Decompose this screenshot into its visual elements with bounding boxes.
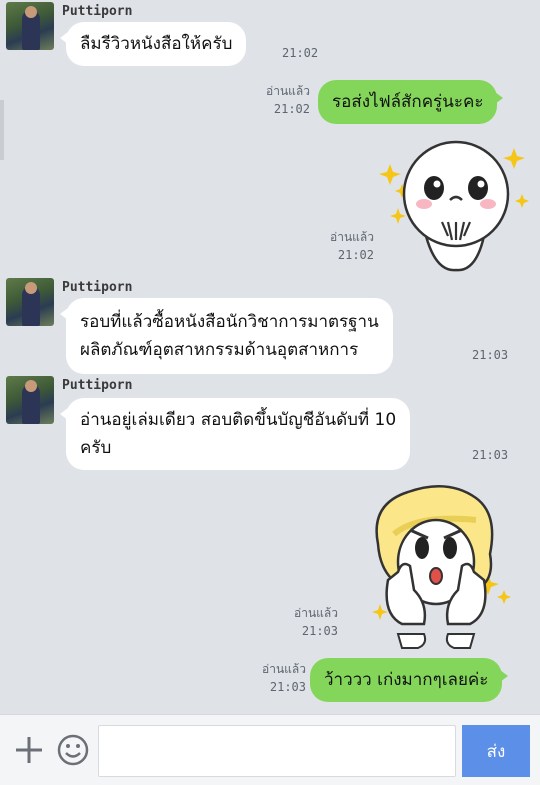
sticker-thumbs-up[interactable] [358, 484, 518, 650]
message-composer: ส่ง [0, 714, 540, 785]
read-label: อ่านแล้ว [266, 84, 310, 98]
message-input[interactable] [98, 725, 456, 777]
sender-name: Puttiporn [62, 280, 133, 295]
message-text: ลืมรีวิวหนังสือให้ครับ [80, 34, 233, 54]
send-button[interactable]: ส่ง [462, 725, 530, 777]
read-label: อ่านแล้ว [294, 606, 338, 620]
sender-name: Puttiporn [62, 4, 133, 19]
avatar[interactable] [6, 376, 54, 424]
read-receipt: อ่านแล้ว 21:02 [246, 82, 310, 118]
read-label: อ่านแล้ว [262, 662, 306, 676]
message-bubble-outgoing[interactable]: รอส่งไฟล์สักครู่นะคะ [318, 80, 504, 124]
message-time: 21:03 [472, 348, 509, 362]
message-time: 21:03 [472, 448, 509, 462]
avatar[interactable] [6, 278, 54, 326]
message-text: ว้าววว เก่งมากๆเลยค่ะ [324, 670, 489, 690]
sender-name: Puttiporn [62, 378, 133, 393]
message-text-line: อ่านอยู่เล่มเดียว สอบติดขึ้นบัญชีอันดับท… [80, 410, 397, 430]
message-time: 21:02 [337, 248, 374, 262]
message-text: รอส่งไฟล์สักครู่นะคะ [332, 92, 484, 112]
plus-icon[interactable] [10, 733, 48, 771]
avatar[interactable] [6, 2, 54, 50]
message-bubble-outgoing[interactable]: ว้าววว เก่งมากๆเลยค่ะ [310, 658, 509, 702]
message-time: 21:02 [282, 46, 319, 60]
message-bubble-incoming[interactable]: อ่านอยู่เล่มเดียว สอบติดขึ้นบัญชีอันดับท… [59, 398, 411, 470]
read-receipt: อ่านแล้ว 21:03 [242, 660, 306, 696]
message-text-line: ครับ [80, 438, 112, 458]
read-label: อ่านแล้ว [330, 230, 374, 244]
message-time: 21:03 [301, 624, 338, 638]
message-bubble-incoming[interactable]: รอบที่แล้วซื้อหนังสือนักวิชาการมาตรฐาน ผ… [60, 298, 393, 374]
message-text-line: รอบที่แล้วซื้อหนังสือนักวิชาการมาตรฐาน [80, 312, 379, 332]
sticker-pleading-face[interactable] [376, 136, 532, 272]
chat-area[interactable]: Puttiporn ลืมรีวิวหนังสือให้ครับ 21:02 อ… [0, 0, 540, 714]
emoji-icon[interactable] [54, 733, 92, 771]
scrollbar[interactable] [0, 100, 4, 160]
message-text-line: ผลิตภัณฑ์อุตสาหกรรมด้านอุตสาหการ [80, 340, 359, 360]
read-receipt: อ่านแล้ว 21:02 [310, 228, 374, 264]
read-receipt: อ่านแล้ว 21:03 [274, 604, 338, 640]
message-time: 21:02 [273, 102, 310, 116]
message-time: 21:03 [269, 680, 306, 694]
message-bubble-incoming[interactable]: ลืมรีวิวหนังสือให้ครับ [59, 22, 247, 66]
